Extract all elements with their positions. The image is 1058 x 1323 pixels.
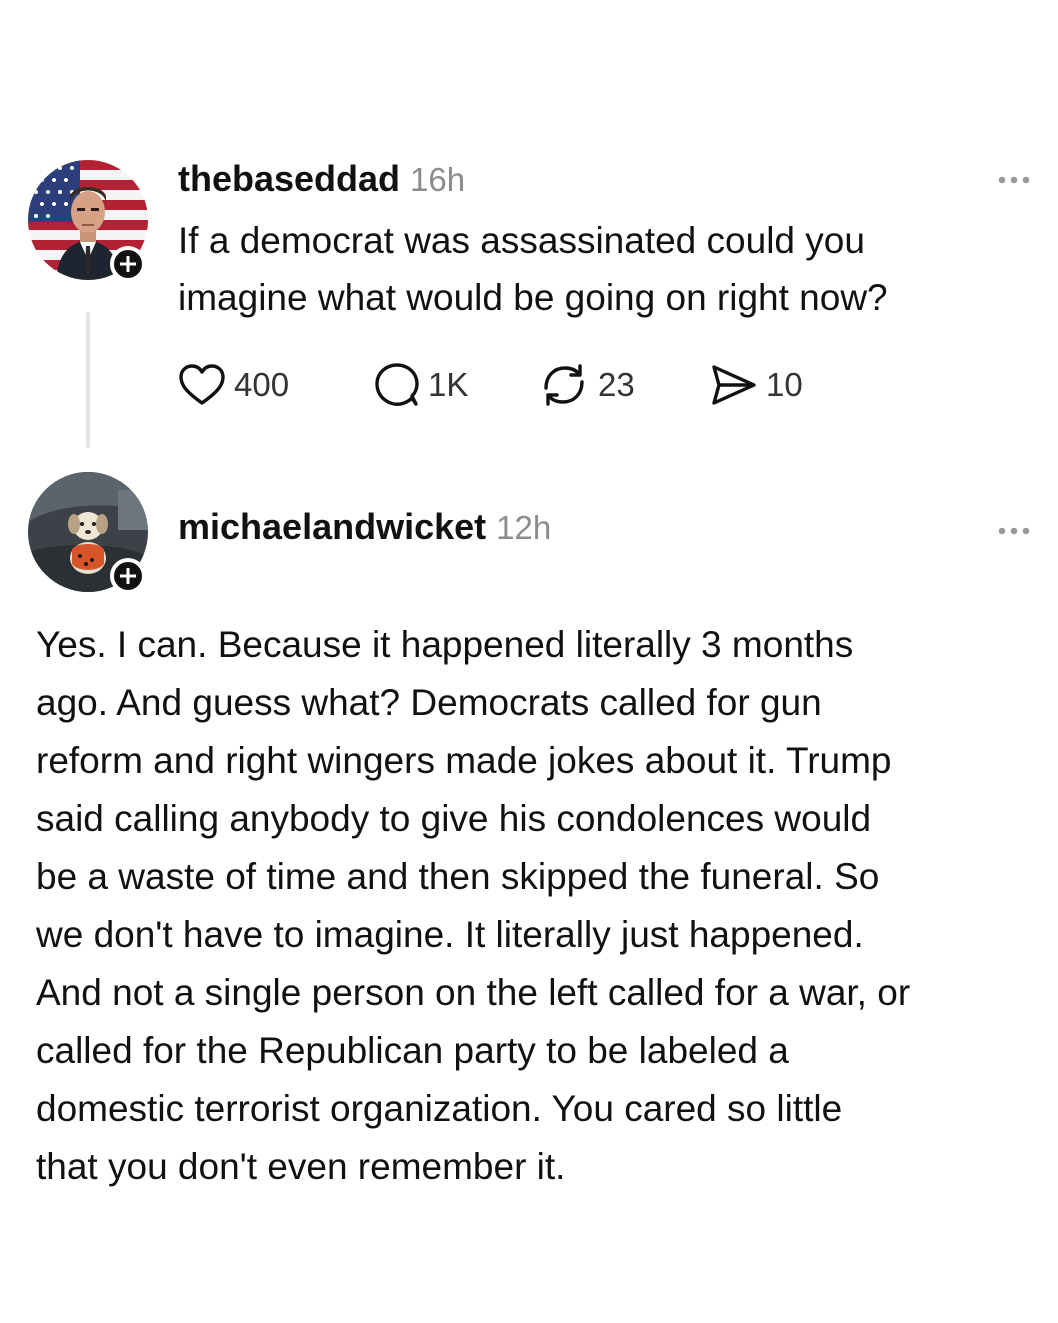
reply-body-line: we don't have to imagine. It literally j… — [36, 914, 864, 955]
plus-icon — [120, 256, 136, 272]
reply-count: 1K — [428, 366, 469, 403]
heart-icon — [179, 364, 225, 405]
more-options-icon[interactable] — [996, 174, 1032, 186]
reply-body-line: called for the Republican party to be la… — [36, 1030, 789, 1071]
reply-username[interactable]: michaelandwicket — [178, 506, 486, 548]
reply-body-line: ago. And guess what? Democrats called fo… — [36, 682, 822, 723]
post-timestamp: 16h — [410, 161, 466, 198]
reply-body-line: be a waste of time and then skipped the … — [36, 856, 880, 897]
post-body: If a democrat was assassinated could you… — [178, 212, 1038, 326]
follow-plus-badge[interactable] — [110, 558, 146, 594]
repost-button[interactable]: 23 — [538, 360, 635, 410]
share-count: 10 — [766, 366, 803, 403]
reply-body-line: Yes. I can. Because it happened literall… — [36, 624, 854, 665]
reply-body-line: domestic terrorist organization. You car… — [36, 1088, 843, 1129]
repost-count: 23 — [598, 366, 635, 403]
post-header: thebaseddad 16h — [178, 158, 465, 200]
reply-body-line: said calling anybody to give his condole… — [36, 798, 872, 839]
send-icon — [712, 365, 756, 405]
repost-icon — [544, 364, 584, 406]
reply-timestamp: 12h — [496, 509, 552, 546]
follow-plus-badge[interactable] — [110, 246, 146, 282]
comment-icon — [375, 363, 419, 406]
reply-body-line: that you don't even remember it. — [36, 1146, 566, 1187]
share-button[interactable]: 10 — [710, 360, 803, 410]
like-count: 400 — [234, 366, 290, 403]
more-options-icon[interactable] — [996, 525, 1032, 537]
reply-body: Yes. I can. Because it happened literall… — [36, 616, 1046, 1196]
reply-header: michaelandwicket 12h — [178, 506, 551, 548]
plus-icon — [120, 568, 136, 584]
post-body-line: If a democrat was assassinated could you — [178, 220, 865, 261]
thread-line — [86, 312, 90, 448]
reply-body-line: And not a single person on the left call… — [36, 972, 911, 1013]
like-button[interactable]: 400 — [178, 360, 289, 410]
reply-body-line: reform and right wingers made jokes abou… — [36, 740, 892, 781]
post-body-line: imagine what would be going on right now… — [178, 277, 888, 318]
reply-button[interactable]: 1K — [374, 360, 468, 410]
post-username[interactable]: thebaseddad — [178, 158, 400, 200]
